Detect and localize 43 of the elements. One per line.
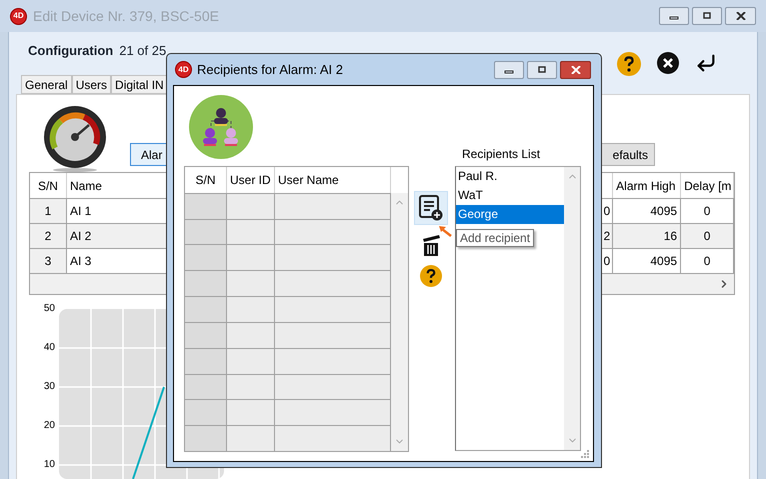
pointer-arrow: [438, 225, 452, 237]
list-item[interactable]: George: [456, 205, 564, 224]
list-label: Recipients List: [461, 146, 542, 163]
axis-label: 40: [44, 342, 55, 355]
people-group-icon: [189, 95, 253, 159]
section-title: Configuration: [28, 42, 114, 60]
axis-label: 10: [44, 459, 55, 472]
axis-label: 50: [44, 303, 55, 316]
maximize-button[interactable]: [527, 60, 557, 78]
resize-grip-icon[interactable]: [580, 449, 589, 458]
close-icon[interactable]: [657, 52, 679, 74]
column-header: Alarm High: [613, 173, 682, 198]
help-icon[interactable]: [617, 52, 641, 76]
axis-label: 30: [44, 381, 55, 394]
table-cell: 1: [30, 199, 67, 223]
close-button[interactable]: [725, 7, 756, 25]
tab[interactable]: Users: [72, 75, 112, 94]
list-add-icon: [419, 195, 443, 221]
trash-icon[interactable]: [420, 233, 442, 257]
record-counter: 21 of 25: [119, 42, 166, 60]
minimize-button[interactable]: [494, 60, 524, 78]
enter-icon[interactable]: [695, 52, 717, 74]
help-icon[interactable]: [420, 265, 442, 287]
app-logo: 4D: [175, 61, 192, 78]
axis-label: 20: [44, 420, 55, 433]
close-icon: [736, 12, 746, 20]
minimize-button[interactable]: [659, 7, 689, 25]
maximize-icon: [537, 66, 547, 74]
window-title: Edit Device Nr. 379, BSC-50E: [33, 6, 219, 26]
dialog-title: Recipients for Alarm: AI 2: [197, 60, 343, 79]
tab[interactable]: General: [21, 75, 72, 94]
tooltip: Add recipient: [456, 229, 534, 247]
close-button[interactable]: [560, 60, 591, 78]
maximize-icon: [702, 12, 712, 20]
app-logo: 4D: [10, 8, 27, 24]
add-recipient-button[interactable]: [414, 191, 448, 225]
table-cell: 3: [30, 249, 67, 273]
column-header: User ID: [227, 167, 275, 193]
gauge-icon: [42, 106, 108, 172]
close-icon: [570, 66, 580, 74]
column-header: S/N: [185, 167, 227, 193]
tab[interactable]: Digital IN: [111, 75, 168, 94]
maximize-button[interactable]: [692, 7, 722, 25]
